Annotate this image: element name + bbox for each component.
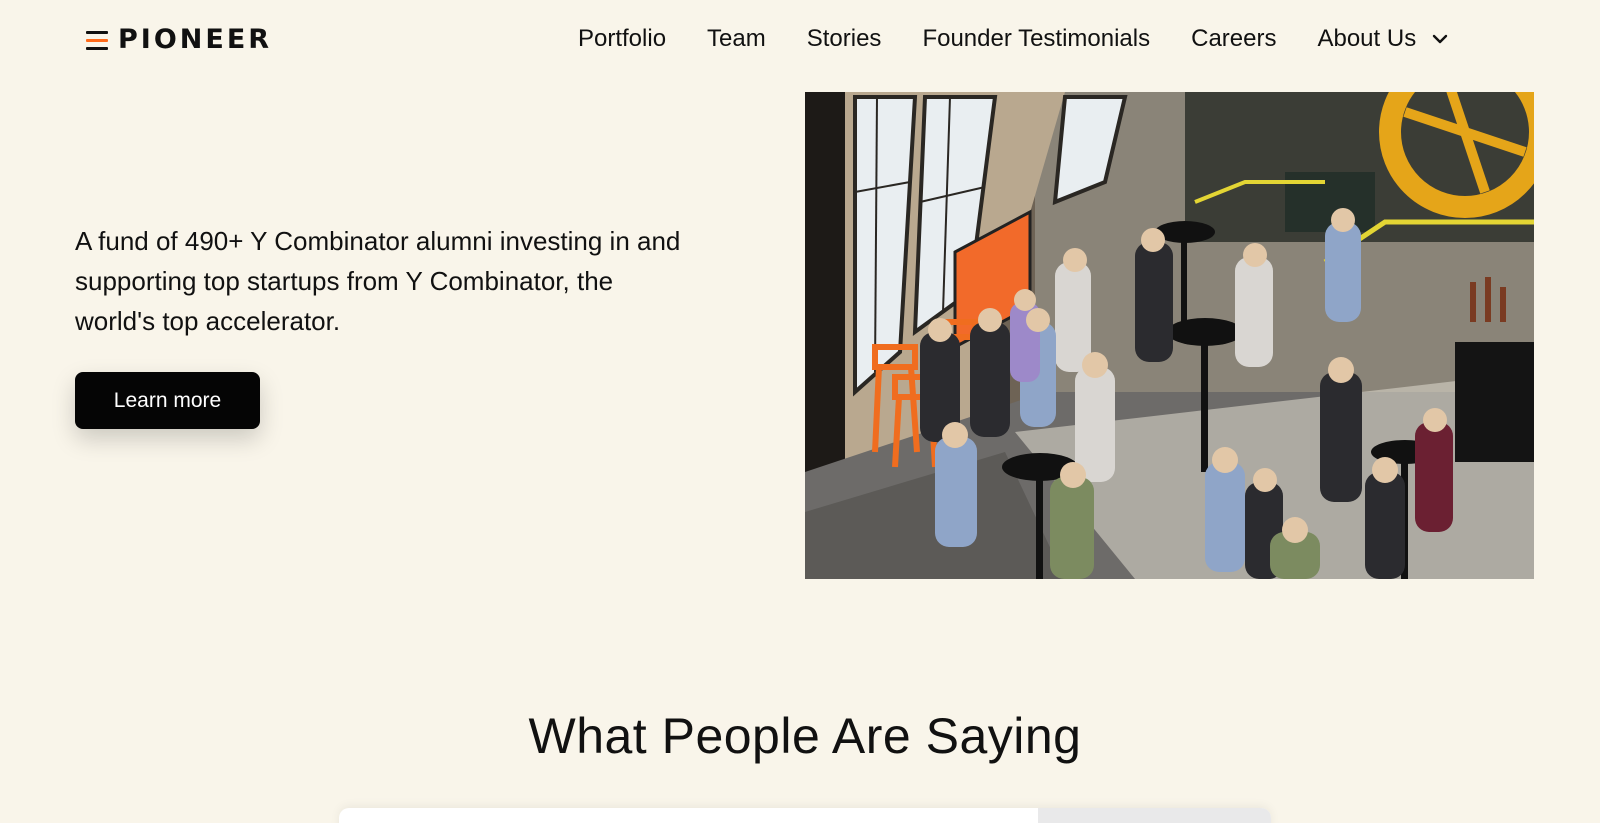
site-header: PIONEER Portfolio Team Stories Founder T… xyxy=(0,0,1600,80)
nav-about-us-dropdown[interactable]: About Us xyxy=(1317,24,1450,54)
testimonial-card-image xyxy=(1038,808,1271,823)
testimonial-card xyxy=(339,808,1271,823)
nav-team[interactable]: Team xyxy=(707,24,766,54)
logo-bars-icon xyxy=(86,28,110,52)
pioneer-logo[interactable]: PIONEER xyxy=(86,24,272,55)
learn-more-button[interactable]: Learn more xyxy=(75,372,260,429)
event-photo xyxy=(805,92,1534,579)
nav-about-us-label: About Us xyxy=(1317,25,1417,52)
page: PIONEER Portfolio Team Stories Founder T… xyxy=(0,0,1600,823)
nav-stories[interactable]: Stories xyxy=(807,24,882,54)
hero-description: A fund of 490+ Y Combinator alumni inves… xyxy=(75,226,681,336)
nav-founder-testimonials[interactable]: Founder Testimonials xyxy=(922,24,1150,54)
main-nav: Portfolio Team Stories Founder Testimoni… xyxy=(578,24,1450,54)
testimonials-title: What People Are Saying xyxy=(528,708,1082,764)
nav-portfolio[interactable]: Portfolio xyxy=(578,24,666,54)
logo-text: PIONEER xyxy=(118,24,273,55)
nav-careers[interactable]: Careers xyxy=(1191,24,1276,54)
chevron-down-icon xyxy=(1432,34,1448,44)
